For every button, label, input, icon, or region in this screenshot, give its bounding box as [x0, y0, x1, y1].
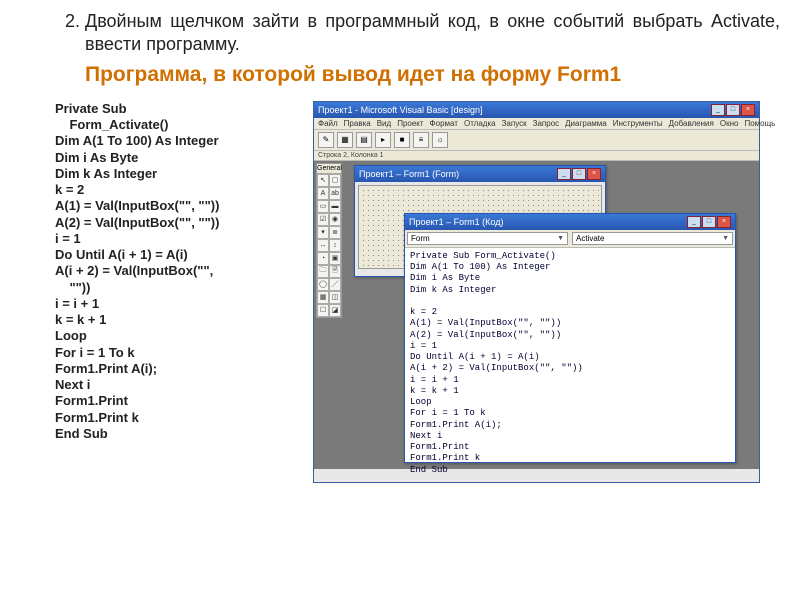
tool-icon[interactable]: ☼ [432, 132, 448, 148]
label-icon[interactable]: A [317, 187, 329, 200]
listbox-icon[interactable]: ≣ [329, 226, 341, 239]
misc-icon[interactable]: ◪ [329, 304, 341, 317]
chevron-down-icon: ▼ [557, 235, 564, 242]
minimize-icon[interactable]: _ [687, 216, 701, 228]
form-window-titlebar: Проект1 – Form1 (Form) _ □ × [355, 166, 605, 182]
lead-paragraph: Двойным щелчком зайти в программный код,… [85, 11, 780, 54]
app-title: Проект1 - Microsoft Visual Basic [design… [318, 105, 483, 115]
minimize-icon[interactable]: _ [711, 104, 725, 116]
ole-icon[interactable]: ☐ [317, 304, 329, 317]
menu-item[interactable]: Формат [430, 119, 458, 128]
menu-item[interactable]: Отладка [464, 119, 496, 128]
code-window-title: Проект1 – Form1 (Код) [409, 217, 503, 227]
status-text: Строка 2, Колонка 1 [318, 152, 384, 159]
menu-item[interactable]: Вид [377, 119, 391, 128]
tool-icon[interactable]: ■ [394, 132, 410, 148]
button-icon[interactable]: ▬ [329, 200, 341, 213]
maximize-icon[interactable]: □ [726, 104, 740, 116]
screenshot-figure: Проект1 - Microsoft Visual Basic [design… [313, 101, 780, 483]
vscroll-icon[interactable]: ↕ [329, 239, 341, 252]
vb-ide-window: Проект1 - Microsoft Visual Basic [design… [313, 101, 760, 483]
shape-icon[interactable]: ◯ [317, 278, 329, 291]
frame-icon[interactable]: ▭ [317, 200, 329, 213]
tool-icon[interactable]: ✎ [318, 132, 334, 148]
close-icon[interactable]: × [741, 104, 755, 116]
menu-item[interactable]: Помощь [744, 119, 775, 128]
file-icon[interactable]: 🗎 [329, 265, 341, 278]
close-icon[interactable]: × [587, 168, 601, 180]
combo-icon[interactable]: ▾ [317, 226, 329, 239]
dir-icon[interactable]: 🗀 [317, 265, 329, 278]
close-icon[interactable]: × [717, 216, 731, 228]
toolbox-label: General [317, 164, 341, 174]
drive-icon[interactable]: ▣ [329, 252, 341, 265]
toolbox: General ↖▢ Aab ▭▬ ☑◉ ▾≣ ↔↕ ◔▣ 🗀🗎 ◯／ ▦◫ ☐… [316, 163, 342, 318]
radio-icon[interactable]: ◉ [329, 213, 341, 226]
chevron-down-icon: ▼ [722, 235, 729, 242]
menu-item[interactable]: Добавления [669, 119, 714, 128]
menu-item[interactable]: Инструменты [613, 119, 663, 128]
code-editor-window: Проект1 – Form1 (Код) _ □ × Form ▼ [404, 213, 736, 463]
pointer-icon[interactable]: ↖ [317, 174, 329, 187]
maximize-icon[interactable]: □ [572, 168, 586, 180]
hscroll-icon[interactable]: ↔ [317, 239, 329, 252]
lead-text: Двойным щелчком зайти в программный код,… [85, 10, 780, 87]
code-window-titlebar: Проект1 – Form1 (Код) _ □ × [405, 214, 735, 230]
mdi-area: General ↖▢ Aab ▭▬ ☑◉ ▾≣ ↔↕ ◔▣ 🗀🗎 ◯／ ▦◫ ☐… [314, 161, 759, 469]
menu-item[interactable]: Диаграмма [565, 119, 607, 128]
tool-icon[interactable]: ▤ [356, 132, 372, 148]
tool-icon[interactable]: ▦ [337, 132, 353, 148]
toolbar: ✎ ▦ ▤ ▸ ■ ≡ ☼ [314, 130, 759, 151]
menu-item[interactable]: Проект [397, 119, 423, 128]
object-combo[interactable]: Form ▼ [407, 232, 568, 245]
line-icon[interactable]: ／ [329, 278, 341, 291]
data-icon[interactable]: ◫ [329, 291, 341, 304]
checkbox-icon[interactable]: ☑ [317, 213, 329, 226]
app-titlebar: Проект1 - Microsoft Visual Basic [design… [314, 102, 759, 118]
form-window-title: Проект1 – Form1 (Form) [359, 169, 459, 179]
status-bar: Строка 2, Колонка 1 [314, 151, 759, 161]
menu-item[interactable]: Запрос [533, 119, 560, 128]
minimize-icon[interactable]: _ [557, 168, 571, 180]
event-combo[interactable]: Activate ▼ [572, 232, 733, 245]
picturebox-icon[interactable]: ▢ [329, 174, 341, 187]
menubar[interactable]: Файл Правка Вид Проект Формат Отладка За… [314, 118, 759, 130]
tool-icon[interactable]: ≡ [413, 132, 429, 148]
menu-item[interactable]: Файл [318, 119, 338, 128]
event-combo-value: Activate [576, 234, 604, 243]
image-icon[interactable]: ▦ [317, 291, 329, 304]
code-editor-text[interactable]: Private Sub Form_Activate() Dim A(1 To 1… [405, 248, 735, 479]
code-listing: Private Sub Form_Activate() Dim A(1 To 1… [35, 101, 295, 483]
menu-item[interactable]: Правка [344, 119, 371, 128]
object-combo-value: Form [411, 234, 430, 243]
maximize-icon[interactable]: □ [702, 216, 716, 228]
tool-icon[interactable]: ▸ [375, 132, 391, 148]
menu-item[interactable]: Запуск [502, 119, 527, 128]
menu-item[interactable]: Окно [720, 119, 739, 128]
program-title: Программа, в которой вывод идет на форму… [85, 63, 780, 87]
timer-icon[interactable]: ◔ [317, 252, 329, 265]
textbox-icon[interactable]: ab [329, 187, 341, 200]
